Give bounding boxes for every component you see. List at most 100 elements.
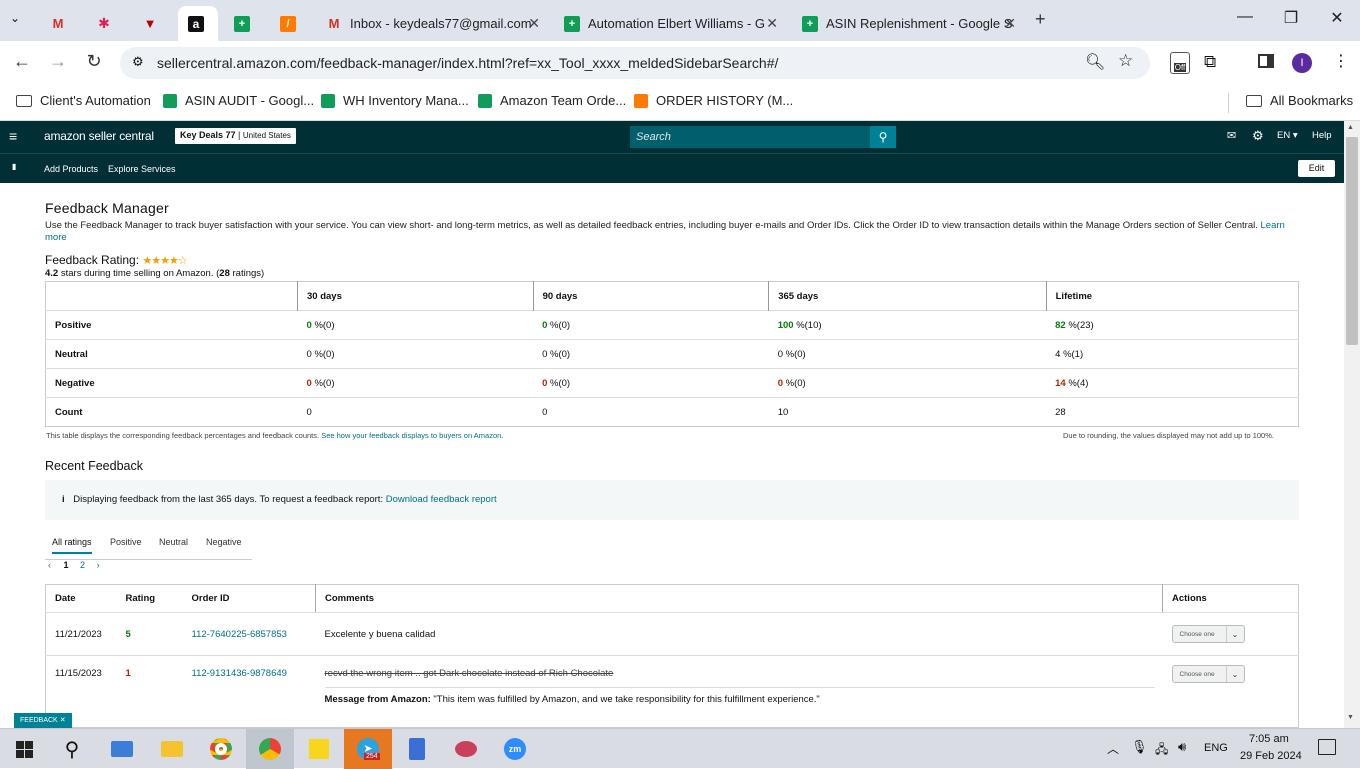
chrome-profile-icon[interactable] xyxy=(246,729,294,769)
tab-all-ratings[interactable]: All ratings xyxy=(52,537,92,554)
extensions-puzzle-icon[interactable]: ⧉ xyxy=(1204,52,1216,72)
forward-icon[interactable]: → xyxy=(44,51,72,72)
windows-start-icon[interactable] xyxy=(0,729,48,769)
search-icon[interactable]: ⚲ xyxy=(48,729,96,769)
action-select[interactable]: Choose one ⌄ xyxy=(1171,625,1245,643)
scroll-up-icon[interactable]: ▲ xyxy=(1347,124,1354,131)
tab-neutral[interactable]: Neutral xyxy=(159,537,188,547)
profile-avatar[interactable]: I xyxy=(1292,53,1312,73)
snipping-tool-icon[interactable] xyxy=(442,729,490,769)
close-icon[interactable]: ✕ xyxy=(528,15,540,32)
volume-icon[interactable]: 🔊︎ xyxy=(1178,739,1186,755)
restore-button[interactable]: ❐ xyxy=(1276,8,1306,28)
browser-toolbar: ← → ↻ ⚙ sellercentral.amazon.com/feedbac… xyxy=(0,41,1360,85)
rounding-note: Due to rounding, the values displayed ma… xyxy=(1063,431,1274,440)
feedback-rating: Feedback Rating: ★★★★☆ xyxy=(45,253,188,267)
close-icon[interactable]: ✕ xyxy=(1004,15,1016,32)
row-label: Negative xyxy=(45,368,298,398)
scrollbar-thumb[interactable] xyxy=(1346,137,1358,345)
tab-asin-sheet[interactable]: + ASIN Replenishment - Google S ✕ xyxy=(792,6,1024,41)
rating-filter-tabs: All ratings Positive Neutral Negative xyxy=(45,532,252,560)
help-link[interactable]: Help xyxy=(1312,130,1332,141)
see-buyer-display-link[interactable]: See how your feedback displays to buyers… xyxy=(321,431,503,440)
window-close-button[interactable]: ✕ xyxy=(1322,8,1352,28)
mail-icon[interactable]: ✉ xyxy=(1227,129,1236,142)
tab-search-button[interactable]: ⌄ xyxy=(10,11,20,25)
prev-page-icon[interactable]: ‹ xyxy=(48,560,51,570)
bookmark-wh-inventory[interactable]: WH Inventory Mana... xyxy=(321,93,469,108)
back-icon[interactable]: ← xyxy=(8,51,36,72)
bookmark-flag-icon[interactable]: ▮ xyxy=(12,162,16,171)
feedback-manager-page: Feedback Manager Use the Feedback Manage… xyxy=(0,183,1344,728)
order-id-link[interactable]: 112-9131436-9878649 xyxy=(192,668,287,679)
tab-vpn-pinned[interactable]: ▼ xyxy=(132,6,172,41)
tab-automation-sheet[interactable]: + Automation Elbert Williams - G ✕ xyxy=(554,6,786,41)
bookmark-order-history[interactable]: ORDER HISTORY (M... xyxy=(634,93,793,108)
side-panel-icon[interactable] xyxy=(1258,54,1274,68)
telegram-icon[interactable]: ➤ 254 xyxy=(344,729,392,769)
table-cell: 0 %(0) xyxy=(533,368,769,398)
hamburger-menu-icon[interactable]: ≡ xyxy=(9,128,17,144)
clock-date[interactable]: 29 Feb 2024 xyxy=(1240,750,1302,762)
scroll-down-icon[interactable]: ▼ xyxy=(1347,714,1354,721)
action-select[interactable]: Choose one ⌄ xyxy=(1171,665,1245,683)
tab-zapier-pinned[interactable]: / xyxy=(270,6,310,41)
input-language[interactable]: ENG xyxy=(1204,742,1228,754)
bookmark-label: Client's Automation xyxy=(40,93,151,108)
all-bookmarks-button[interactable]: All Bookmarks xyxy=(1246,93,1353,108)
sticky-notes-icon[interactable] xyxy=(295,729,343,769)
table-cell: 10 xyxy=(768,397,1047,427)
tab-sheets-pinned[interactable]: + xyxy=(224,6,264,41)
tab-amazon-active[interactable]: a xyxy=(178,6,218,41)
bookmark-star-icon[interactable]: ☆ xyxy=(1118,51,1133,71)
sheets-icon: + xyxy=(802,15,818,32)
seller-central-logo[interactable]: amazon seller central xyxy=(44,129,154,143)
tray-chevron-icon[interactable]: ︿ xyxy=(1107,740,1119,757)
tab-slack-pinned[interactable]: ✱ xyxy=(86,6,126,41)
feedback-tab-button[interactable]: FEEDBACK ✕ xyxy=(14,713,72,728)
zoom-icon[interactable]: 🔍︎ xyxy=(1085,52,1105,72)
extension-off-icon[interactable]: Off xyxy=(1170,52,1190,74)
file-explorer-icon[interactable] xyxy=(98,729,146,769)
address-bar[interactable]: ⚙ sellercentral.amazon.com/feedback-mana… xyxy=(120,47,1150,79)
chrome-icon[interactable] xyxy=(197,729,245,769)
edit-nav-button[interactable]: Edit xyxy=(1298,160,1335,177)
table-cell: 0 %(0) xyxy=(768,339,1047,369)
page-1[interactable]: 1 xyxy=(64,560,69,570)
tab-gmail-inbox[interactable]: M Inbox - keydeals77@gmail.com ✕ xyxy=(316,6,548,41)
close-icon[interactable]: ✕ xyxy=(60,717,66,724)
site-info-icon[interactable]: ⚙ xyxy=(132,54,144,70)
close-icon[interactable]: ✕ xyxy=(766,15,778,32)
nav-add-products[interactable]: Add Products xyxy=(44,164,98,174)
language-selector[interactable]: EN ▾ xyxy=(1277,130,1298,141)
network-icon[interactable]: 🖧 xyxy=(1155,740,1168,761)
tab-positive[interactable]: Positive xyxy=(110,537,142,547)
page-2[interactable]: 2 xyxy=(80,560,85,570)
clock-time[interactable]: 7:05 am xyxy=(1249,733,1289,745)
zoom-app-icon[interactable]: zm xyxy=(491,729,539,769)
folder-icon[interactable] xyxy=(148,729,196,769)
order-id-link[interactable]: 112-7640225-6857853 xyxy=(192,629,287,640)
account-switcher[interactable]: Key Deals 77 | United States xyxy=(175,128,296,144)
download-report-link[interactable]: Download feedback report xyxy=(386,494,497,505)
tab-gmail-pinned[interactable]: M xyxy=(40,6,80,41)
bookmark-amazon-team-orders[interactable]: Amazon Team Orde... xyxy=(478,93,626,108)
settings-gear-icon[interactable]: ⚙ xyxy=(1252,128,1264,144)
next-page-icon[interactable]: › xyxy=(97,560,100,570)
feedback-rating-value: 5 xyxy=(116,612,183,656)
minimize-button[interactable]: — xyxy=(1230,8,1260,26)
bookmark-asin-audit[interactable]: ASIN AUDIT - Googl... xyxy=(163,93,314,108)
menu-kebab-icon[interactable]: ⋮ xyxy=(1333,51,1349,71)
search-icon[interactable]: ⚲ xyxy=(870,126,896,148)
bookmark-folder-clients-automation[interactable]: Client's Automation xyxy=(16,93,151,108)
new-tab-button[interactable]: + xyxy=(1035,9,1046,30)
notifications-icon[interactable] xyxy=(1318,739,1336,755)
nav-explore-services[interactable]: Explore Services xyxy=(108,164,176,174)
microphone-icon[interactable]: 🎙︎ xyxy=(1131,739,1148,755)
table-cell: 0 %(0) xyxy=(297,368,534,398)
search-input[interactable]: Search xyxy=(630,126,870,148)
url-text[interactable]: sellercentral.amazon.com/feedback-manage… xyxy=(157,55,778,71)
calculator-icon[interactable] xyxy=(393,729,441,769)
tab-negative[interactable]: Negative xyxy=(206,537,242,547)
reload-icon[interactable]: ↻ xyxy=(80,51,108,72)
